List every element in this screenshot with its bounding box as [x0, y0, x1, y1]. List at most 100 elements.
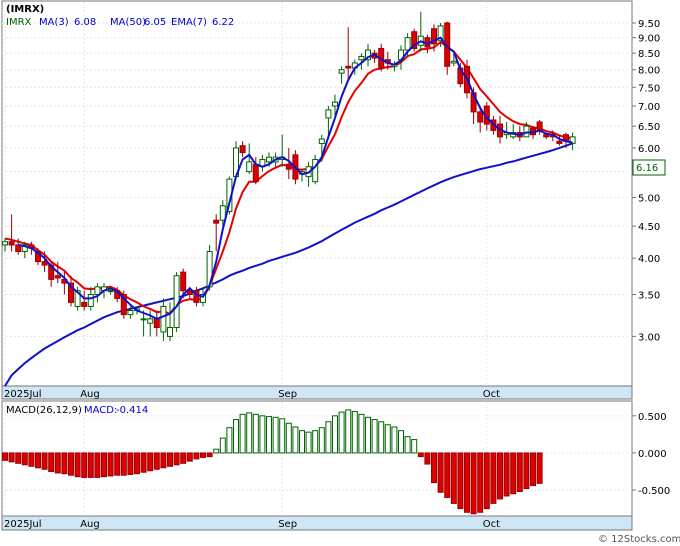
price-y-tick-label: 5.00: [638, 194, 660, 205]
legend-ema7-label: EMA(7): [171, 17, 207, 28]
macd-bar: [252, 413, 259, 454]
macd-bar: [299, 430, 305, 454]
last-price-label: 6.16: [636, 163, 658, 174]
candle-body: [81, 301, 88, 307]
price-x-tick-label: 2025Jul: [4, 389, 42, 400]
price-y-tick-label: 4.50: [638, 222, 660, 233]
macd-bar: [259, 415, 266, 454]
macd-bar: [246, 412, 253, 454]
macd-legend-label: MACD:: [84, 405, 117, 416]
macd-bar: [516, 452, 523, 493]
macd-bar: [503, 452, 510, 497]
macd-bar: [424, 452, 431, 465]
price-y-tick-label: 7.50: [638, 83, 660, 94]
price-y-tick-label: 7.00: [638, 102, 660, 113]
candle-body: [167, 327, 173, 337]
macd-x-tick-label: Sep: [278, 519, 297, 530]
macd-bar: [266, 416, 272, 454]
macd-bar: [186, 452, 193, 462]
macd-bar: [173, 452, 180, 466]
macd-bar: [153, 452, 160, 470]
macd-y-tick-label: -0.500: [638, 486, 670, 497]
macd-bar: [351, 410, 358, 454]
macd-x-tick-label: Aug: [80, 519, 100, 530]
price-y-tick-label: 9.00: [638, 34, 660, 45]
legend-ma50-value: 6.05: [144, 17, 166, 28]
candle-body: [266, 156, 272, 163]
macd-bar: [279, 418, 286, 454]
candle-body: [358, 55, 365, 61]
macd-bar: [404, 436, 411, 454]
macd-bar: [8, 452, 15, 463]
price-panel: [1, 0, 633, 400]
macd-bar: [54, 452, 61, 474]
stock-chart: 9.509.008.508.007.507.006.506.005.505.00…: [0, 0, 680, 546]
macd-bar: [28, 452, 35, 467]
candle: [120, 290, 127, 319]
price-y-tick-label: 4.00: [638, 254, 660, 265]
candle-body: [332, 101, 338, 107]
macd-bar: [312, 430, 319, 454]
candle-body: [285, 163, 292, 170]
macd-bar: [444, 452, 451, 498]
price-y-tick-label: 3.00: [638, 332, 660, 343]
candle-body: [160, 305, 167, 333]
candle-body: [239, 145, 246, 154]
macd-bar: [378, 421, 385, 454]
candle-body: [345, 65, 352, 69]
candle-body: [404, 37, 411, 51]
macd-bar: [483, 452, 490, 510]
macd-bar: [160, 452, 167, 469]
macd-bar: [536, 452, 543, 484]
price-x-tick-label: Aug: [80, 389, 100, 400]
candle-body: [450, 60, 457, 64]
candle-body: [2, 241, 8, 246]
macd-bar: [127, 452, 134, 475]
price-x-tick-label: Oct: [483, 389, 500, 400]
macd-bar: [411, 439, 418, 454]
macd-bar: [332, 415, 338, 454]
price-y-tick-label: 8.50: [638, 49, 660, 60]
legend-ticker: IMRX: [6, 17, 32, 28]
chart-title: (IMRX): [6, 4, 44, 15]
macd-bar: [140, 452, 147, 473]
macd-bar: [81, 452, 88, 478]
macd-bar: [431, 452, 437, 484]
candle-body: [325, 109, 332, 119]
macd-bar: [384, 424, 391, 454]
macd-bar: [87, 452, 94, 478]
macd-bar: [74, 452, 81, 478]
macd-bar: [497, 452, 503, 500]
macd-bar: [180, 452, 187, 464]
candle-body: [252, 163, 259, 183]
macd-bar: [35, 452, 41, 469]
macd-bar: [239, 413, 246, 454]
macd-x-tick-label: Oct: [483, 519, 500, 530]
candle-body: [536, 121, 543, 131]
candle-body: [140, 318, 147, 321]
macd-bar: [167, 452, 173, 467]
price-x-tick-label: Sep: [278, 389, 297, 400]
macd-y-tick-label: 0.000: [638, 449, 667, 460]
macd-bar: [272, 416, 279, 454]
price-y-tick-label: 8.00: [638, 66, 660, 77]
macd-bar: [338, 411, 345, 454]
macd-bar: [285, 422, 292, 454]
macd-bar: [101, 452, 107, 478]
macd-bar: [21, 452, 28, 466]
macd-bar: [457, 452, 464, 510]
macd-bar: [2, 452, 8, 461]
macd-bar: [134, 452, 140, 475]
macd-bar: [147, 452, 154, 472]
macd-bar: [523, 452, 530, 490]
macd-bar: [490, 452, 497, 504]
candle-body: [318, 138, 325, 144]
macd-bar: [213, 448, 220, 454]
macd-bar: [193, 452, 200, 460]
macd-bar: [200, 452, 206, 458]
candle-body: [107, 290, 114, 293]
macd-bar: [226, 427, 233, 454]
macd-bar: [15, 452, 22, 464]
macd-bar: [371, 419, 378, 454]
legend-ma3-label: MA(3): [39, 17, 69, 28]
